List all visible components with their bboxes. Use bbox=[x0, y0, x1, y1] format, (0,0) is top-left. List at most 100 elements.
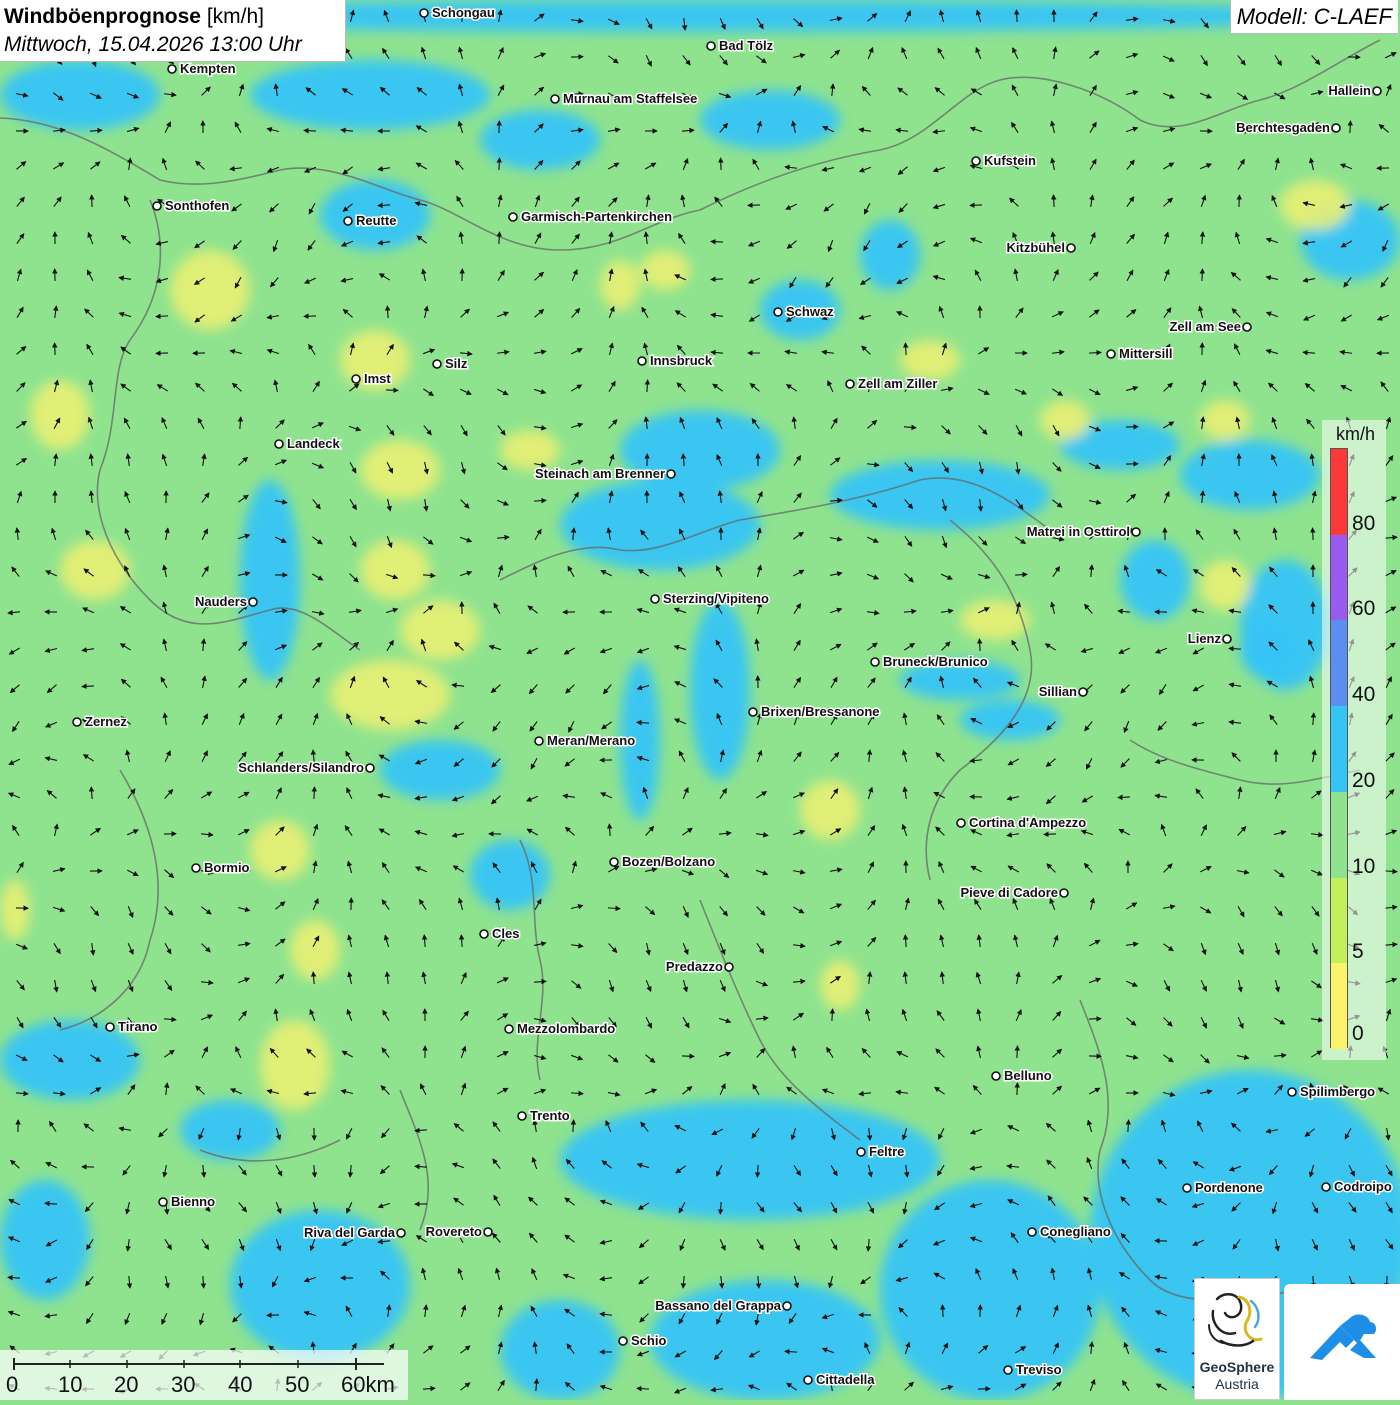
city-marker[interactable]: Pieve di Cadore bbox=[960, 885, 1068, 900]
city-label: Cittadella bbox=[816, 1372, 875, 1387]
city-label: Bienno bbox=[171, 1194, 215, 1209]
city-label: Matrei in Osttirol bbox=[1027, 524, 1130, 539]
city-label: Belluno bbox=[1004, 1068, 1052, 1083]
city-marker[interactable]: Conegliano bbox=[1028, 1224, 1111, 1239]
city-marker[interactable]: Bozen/Bolzano bbox=[610, 854, 715, 869]
city-dot bbox=[480, 930, 488, 938]
city-marker[interactable]: Sterzing/Vipiteno bbox=[651, 591, 769, 606]
geosphere-emblem-icon bbox=[1195, 1281, 1279, 1359]
scale-label: 40 bbox=[228, 1372, 252, 1398]
city-marker[interactable]: Meran/Merano bbox=[535, 733, 635, 748]
scale-bar: 0 10 20 30 40 50 60km bbox=[0, 1350, 408, 1400]
city-label: Codroipo bbox=[1334, 1179, 1392, 1194]
city-marker[interactable]: Schongau bbox=[420, 5, 495, 20]
title-box: Windböenprognose [km/h] Mittwoch, 15.04.… bbox=[0, 0, 346, 62]
city-marker[interactable]: Riva del Garda bbox=[304, 1225, 405, 1240]
weather-app-logo[interactable] bbox=[1284, 1284, 1400, 1400]
city-dot bbox=[1132, 528, 1140, 536]
city-dot bbox=[610, 858, 618, 866]
city-dot bbox=[518, 1112, 526, 1120]
city-dot bbox=[1373, 87, 1381, 95]
city-dot bbox=[1067, 244, 1075, 252]
city-marker[interactable]: Zell am See bbox=[1169, 319, 1251, 334]
geosphere-name: GeoSphere bbox=[1195, 1359, 1279, 1375]
city-dot bbox=[667, 470, 675, 478]
city-marker[interactable]: Steinach am Brenner bbox=[535, 466, 675, 481]
geosphere-logo[interactable]: GeoSphere Austria bbox=[1194, 1278, 1280, 1400]
city-dot bbox=[1223, 635, 1231, 643]
city-dot bbox=[505, 1025, 513, 1033]
city-marker[interactable]: Pordenone bbox=[1183, 1180, 1263, 1195]
legend-segment bbox=[1331, 792, 1347, 878]
city-marker[interactable]: Bruneck/Brunico bbox=[871, 654, 988, 669]
city-marker[interactable]: Garmisch-Partenkirchen bbox=[509, 209, 672, 224]
city-label: Murnau am Staffelsee bbox=[563, 91, 697, 106]
city-marker[interactable]: Matrei in Osttirol bbox=[1027, 524, 1140, 539]
map-title: Windböenprognose [km/h] bbox=[4, 3, 345, 31]
city-dot bbox=[1079, 688, 1087, 696]
city-dot bbox=[249, 598, 257, 606]
legend-segment bbox=[1331, 535, 1347, 621]
city-marker[interactable]: Bassano del Grappa bbox=[655, 1298, 791, 1313]
city-dot bbox=[846, 380, 854, 388]
city-marker[interactable]: Mezzolombardo bbox=[505, 1021, 615, 1036]
city-dot bbox=[73, 718, 81, 726]
city-dot bbox=[159, 1198, 167, 1206]
city-label: Bruneck/Brunico bbox=[883, 654, 988, 669]
city-label: Steinach am Brenner bbox=[535, 466, 665, 481]
city-label: Zell am See bbox=[1169, 319, 1241, 334]
city-label: Schlanders/Silandro bbox=[238, 760, 364, 775]
city-marker[interactable]: Zell am Ziller bbox=[846, 376, 937, 391]
city-label: Silz bbox=[445, 356, 468, 371]
city-dot bbox=[707, 42, 715, 50]
legend-label: 5 bbox=[1352, 940, 1364, 964]
legend-color-bar bbox=[1330, 448, 1348, 1048]
city-marker[interactable]: Cortina d'Ampezzo bbox=[957, 815, 1086, 830]
city-dot bbox=[433, 360, 441, 368]
city-dot bbox=[992, 1072, 1000, 1080]
city-dot bbox=[651, 595, 659, 603]
city-dot bbox=[783, 1302, 791, 1310]
legend-segment bbox=[1331, 620, 1347, 706]
city-dot bbox=[344, 217, 352, 225]
city-dot bbox=[725, 963, 733, 971]
city-marker[interactable]: Kitzbühel bbox=[1007, 240, 1076, 255]
city-marker[interactable]: Spilimbergo bbox=[1288, 1084, 1375, 1099]
city-dot bbox=[397, 1229, 405, 1237]
city-marker[interactable]: Murnau am Staffelsee bbox=[551, 91, 697, 106]
city-dot bbox=[1004, 1366, 1012, 1374]
city-label: Kitzbühel bbox=[1007, 240, 1066, 255]
city-label: Innsbruck bbox=[650, 353, 713, 368]
city-marker[interactable]: Schlanders/Silandro bbox=[238, 760, 374, 775]
city-label: Schongau bbox=[432, 5, 495, 20]
city-dot bbox=[804, 1376, 812, 1384]
city-dot bbox=[619, 1337, 627, 1345]
city-label: Spilimbergo bbox=[1300, 1084, 1375, 1099]
city-marker[interactable]: Brixen/Bressanone bbox=[749, 704, 880, 719]
color-legend: km/h 806040201050 bbox=[1322, 420, 1386, 1060]
scale-label: 60km bbox=[341, 1372, 395, 1398]
city-label: Imst bbox=[364, 371, 391, 386]
city-dot bbox=[749, 708, 757, 716]
city-marker[interactable]: Berchtesgaden bbox=[1236, 120, 1340, 135]
city-label: Reutte bbox=[356, 213, 396, 228]
city-label: Brixen/Bressanone bbox=[761, 704, 880, 719]
city-label: Trento bbox=[530, 1108, 570, 1123]
city-marker[interactable]: Sonthofen bbox=[153, 198, 229, 213]
model-label: Modell: C-LAEF bbox=[1230, 0, 1398, 34]
legend-unit: km/h bbox=[1336, 424, 1375, 445]
title-unit: [km/h] bbox=[207, 5, 264, 28]
city-marker[interactable]: Predazzo bbox=[666, 959, 733, 974]
legend-label: 40 bbox=[1352, 683, 1375, 707]
city-dot bbox=[352, 375, 360, 383]
legend-segment bbox=[1331, 449, 1347, 535]
wind-gust-map[interactable]: SchongauBad TölzKemptenMurnau am Staffel… bbox=[0, 0, 1400, 1400]
city-label: Zernez bbox=[85, 714, 127, 729]
city-label: Bad Tölz bbox=[719, 38, 774, 53]
city-dot bbox=[509, 213, 517, 221]
city-label: Conegliano bbox=[1040, 1224, 1111, 1239]
city-dot bbox=[1107, 350, 1115, 358]
city-marker[interactable]: Innsbruck bbox=[638, 353, 713, 368]
city-dot bbox=[551, 95, 559, 103]
legend-segment bbox=[1331, 963, 1347, 1049]
